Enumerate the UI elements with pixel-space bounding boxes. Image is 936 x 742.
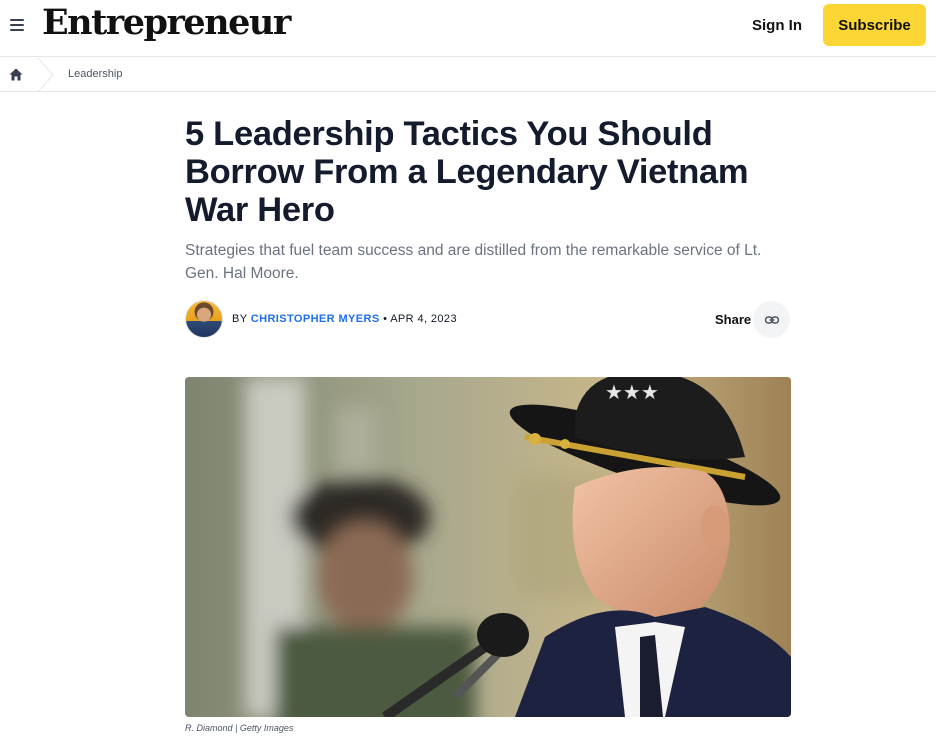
copy-link-button[interactable]	[753, 301, 790, 338]
byline-prefix: BY	[232, 313, 248, 325]
sign-in-link[interactable]: Sign In	[752, 17, 802, 34]
byline: BY CHRISTOPHER MYERS • APR 4, 2023	[232, 313, 457, 325]
site-logo[interactable]: Entrepreneur	[42, 2, 291, 43]
photo-credit: R. Diamond | Getty Images	[185, 723, 294, 733]
site-header: Entrepreneur Sign In Subscribe	[0, 0, 936, 57]
breadcrumb-separator-chevron	[37, 58, 54, 92]
article-title: 5 Leadership Tactics You Should Borrow F…	[185, 115, 749, 229]
author-avatar[interactable]	[185, 300, 223, 338]
hero-photo-illustration: ★★★	[185, 377, 791, 717]
link-icon	[764, 315, 779, 324]
publish-date: APR 4, 2023	[390, 313, 457, 325]
hamburger-menu-icon[interactable]	[10, 17, 26, 31]
home-icon[interactable]	[9, 68, 23, 81]
svg-text:★★★: ★★★	[605, 380, 659, 404]
article-subtitle: Strategies that fuel team success and ar…	[185, 242, 762, 282]
share-label[interactable]: Share	[715, 312, 751, 327]
byline-separator: •	[383, 313, 388, 325]
hero-photo[interactable]: ★★★	[185, 377, 791, 717]
breadcrumb: Leadership	[0, 58, 936, 92]
subscribe-button[interactable]: Subscribe	[823, 4, 926, 46]
breadcrumb-leadership-link[interactable]: Leadership	[68, 68, 122, 80]
author-link[interactable]: CHRISTOPHER MYERS	[251, 313, 380, 325]
byline-row: BY CHRISTOPHER MYERS • APR 4, 2023 Share	[185, 300, 791, 340]
